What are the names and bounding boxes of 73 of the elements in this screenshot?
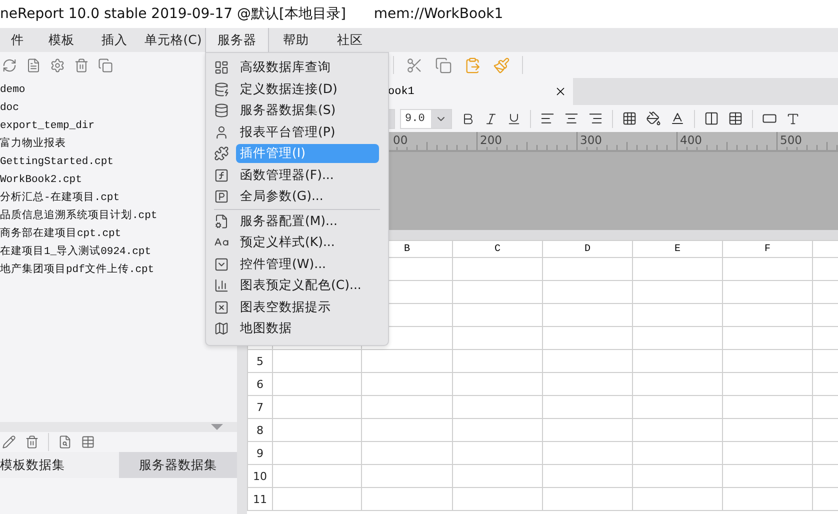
border-icon[interactable] (622, 111, 637, 126)
column-header[interactable]: C (452, 240, 542, 258)
menu-option[interactable]: 服务器配置(M)... (236, 212, 379, 231)
menu-item[interactable]: 帮助 (269, 28, 323, 52)
underline-icon[interactable] (507, 112, 521, 126)
menu-item[interactable]: 社区 (323, 28, 377, 52)
bold-icon[interactable] (461, 112, 475, 126)
copy-icon[interactable] (435, 56, 452, 74)
menu-item[interactable]: 单元格(C) (141, 28, 205, 52)
refresh-icon[interactable] (2, 58, 17, 72)
cut-icon[interactable] (406, 56, 423, 74)
row-header[interactable]: 8 (248, 418, 272, 442)
trash-icon[interactable] (74, 58, 89, 72)
align-center-icon[interactable] (564, 111, 579, 126)
menu-option[interactable]: 图表预定义配色(C)... (236, 276, 379, 296)
table-icon[interactable] (728, 111, 743, 126)
close-icon[interactable] (554, 85, 567, 98)
menu-option[interactable]: 全局参数(G)... (236, 187, 379, 206)
ruler-label: 500 (779, 133, 803, 147)
menu-option[interactable]: 高级数据库查询 (236, 58, 379, 78)
dashboard-icon (214, 60, 228, 76)
ruler-label: 400 (679, 133, 703, 147)
window-title: neReport 10.0 stable 2019-09-17 @默认[本地目录] (0, 5, 346, 23)
tab[interactable]: 模板数据集 (0, 452, 118, 478)
italic-icon[interactable] (484, 112, 498, 126)
settings-icon[interactable] (50, 58, 65, 72)
ruler-label: 300 (579, 133, 603, 147)
row-header[interactable]: 10 (248, 464, 272, 488)
file-path: mem://WorkBook1 (374, 6, 504, 22)
align-left-icon[interactable] (540, 111, 555, 126)
merge-icon[interactable] (704, 111, 719, 126)
row-header[interactable]: 9 (248, 442, 272, 464)
menu-option[interactable]: 函数管理器(F)... (236, 166, 379, 185)
table-icon[interactable] (81, 435, 95, 449)
tab-label: ook1 (388, 86, 414, 98)
bar-chart-icon (214, 278, 228, 294)
row-header[interactable]: 7 (248, 396, 272, 418)
tab[interactable]: 服务器数据集 (118, 452, 237, 478)
menu-item[interactable]: 模板 (35, 28, 88, 52)
close-box-icon (214, 300, 228, 315)
fill-icon[interactable] (646, 111, 661, 126)
copy-icon[interactable] (98, 58, 113, 72)
user-icon (214, 124, 228, 140)
column-header[interactable]: F (722, 240, 812, 258)
trash-icon[interactable] (25, 435, 39, 449)
column-header[interactable]: E (632, 240, 722, 258)
menu-option[interactable]: 报表平台管理(P) (236, 122, 379, 142)
menu-item[interactable]: 服务器 (205, 28, 269, 52)
preview-icon[interactable] (58, 435, 72, 449)
menu-item[interactable]: 插入 (88, 28, 141, 52)
menu-option[interactable]: 控件管理(W)... (236, 254, 379, 274)
font-size-field[interactable]: 9.0 (400, 108, 452, 128)
dropdown-icon (214, 256, 228, 272)
row-header[interactable]: 11 (248, 488, 272, 510)
font-color-icon[interactable] (670, 111, 685, 126)
database-icon (214, 103, 228, 118)
parameter-icon (214, 189, 228, 204)
ruler-label: 00 (392, 133, 409, 147)
menu-item[interactable]: 件 (0, 28, 35, 52)
ruler-label: 200 (479, 133, 503, 147)
puzzle-icon (214, 146, 228, 162)
row-header[interactable]: 6 (248, 372, 272, 396)
align-right-icon[interactable] (588, 111, 603, 126)
document-icon[interactable] (26, 58, 41, 72)
function-icon (214, 168, 228, 183)
row-header[interactable]: 5 (248, 350, 272, 372)
column-header[interactable]: D (542, 240, 632, 258)
map-icon (214, 321, 228, 336)
menu-option[interactable]: 地图数据 (236, 319, 379, 338)
text-icon[interactable] (786, 112, 800, 126)
chevron-icon[interactable] (431, 110, 451, 128)
pencil-icon[interactable] (2, 435, 16, 449)
menu-option[interactable]: 图表空数据提示 (236, 298, 379, 317)
